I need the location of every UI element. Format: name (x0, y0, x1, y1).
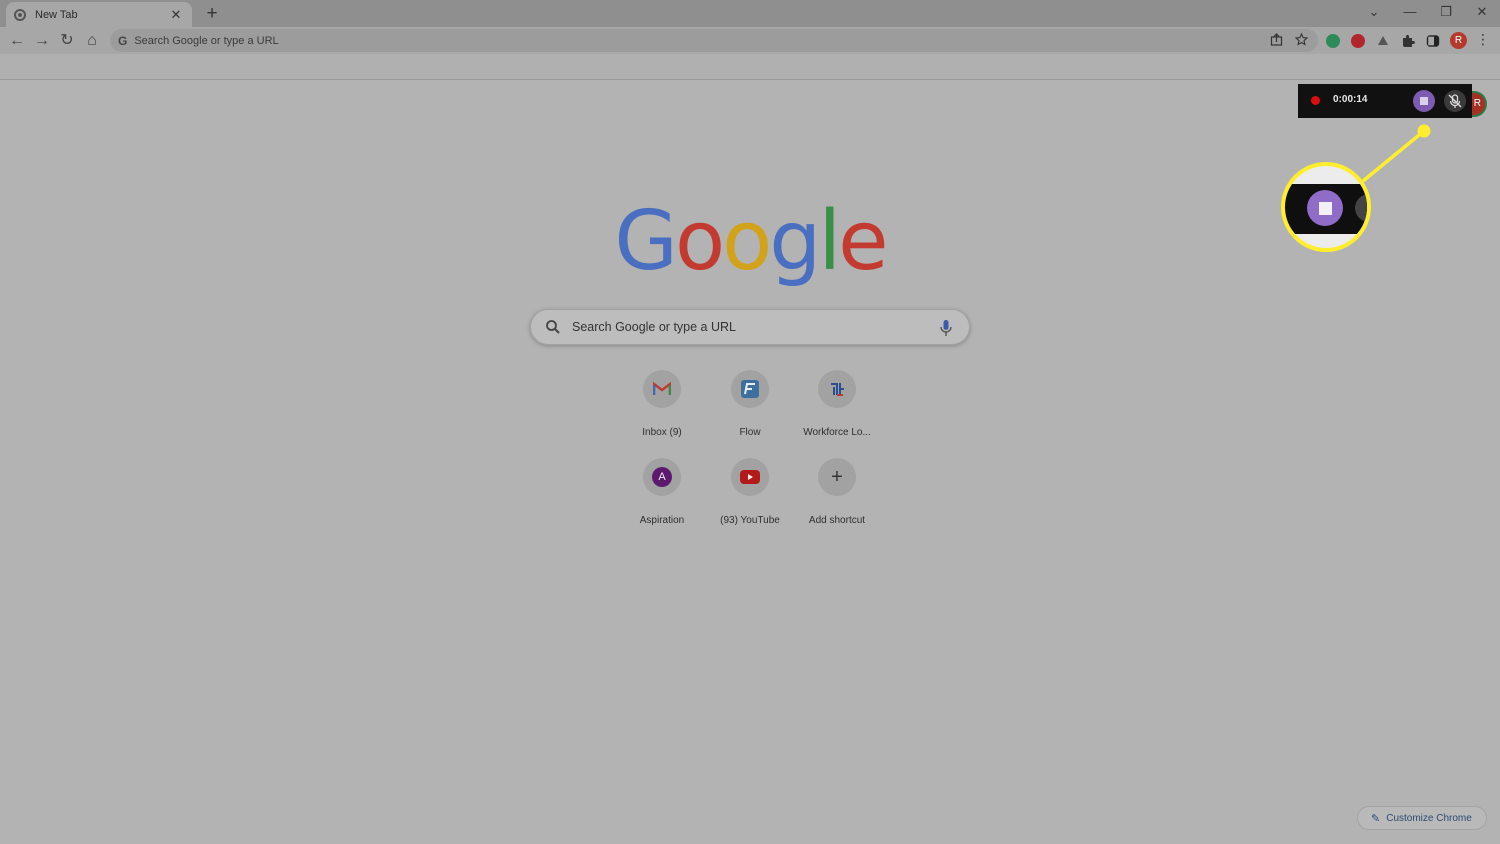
callout-pointer (1361, 124, 1431, 183)
customize-chrome-label: Customize Chrome (1386, 812, 1472, 824)
magnified-callout (1281, 162, 1371, 252)
stop-icon (1318, 201, 1332, 215)
pencil-icon: ✎ (1371, 812, 1381, 825)
customize-chrome-button[interactable]: ✎ Customize Chrome (1357, 806, 1487, 830)
magnified-stop-button (1307, 190, 1343, 226)
